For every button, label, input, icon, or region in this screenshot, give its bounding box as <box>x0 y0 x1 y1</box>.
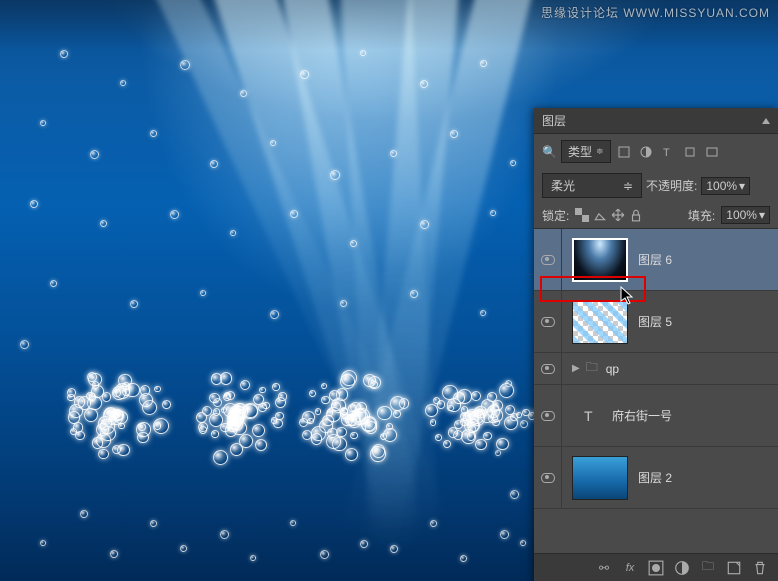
eye-icon <box>541 411 555 421</box>
layer-name: 图层 5 <box>638 313 778 330</box>
folder-icon: 🗀 <box>586 358 598 379</box>
fill-value: 100% <box>726 208 757 222</box>
layers-list: 图层 6 图层 5 ▶ 🗀 qp T 府右街一号 图层 2 <box>534 229 778 509</box>
bubble-text-art <box>70 350 550 510</box>
layer-name: 图层 2 <box>638 469 778 486</box>
eye-icon <box>541 255 555 265</box>
filter-shape-icon[interactable] <box>681 143 699 161</box>
panel-header: 图层 <box>534 108 778 134</box>
chevron-down-icon: ≑ <box>596 146 604 157</box>
layer-row[interactable]: T 府右街一号 <box>534 385 778 447</box>
layer-fx-icon[interactable]: fx <box>622 560 638 576</box>
layer-mask-icon[interactable] <box>648 560 664 576</box>
filter-type-label: 类型 <box>568 143 592 160</box>
blend-row: 柔光 ≑ 不透明度: 100% ▾ <box>534 169 778 202</box>
layer-thumbnail[interactable] <box>572 238 628 282</box>
lock-transparent-icon[interactable] <box>575 208 589 222</box>
text-layer-icon: T <box>580 407 600 425</box>
cursor-icon <box>620 286 636 306</box>
visibility-toggle[interactable] <box>534 291 562 352</box>
filter-type-select[interactable]: 类型 ≑ <box>561 140 611 163</box>
layer-name: 府右街一号 <box>612 407 778 424</box>
lock-all-icon[interactable] <box>629 208 643 222</box>
visibility-toggle[interactable] <box>534 385 562 446</box>
new-group-icon[interactable]: 🗀 <box>700 560 716 576</box>
filter-smart-icon[interactable] <box>703 143 721 161</box>
lock-label: 锁定: <box>542 207 569 224</box>
layer-row[interactable]: 图层 2 <box>534 447 778 509</box>
delete-layer-icon[interactable] <box>752 560 768 576</box>
opacity-label: 不透明度: <box>646 177 697 194</box>
filter-type-icon[interactable]: T <box>659 143 677 161</box>
new-layer-icon[interactable] <box>726 560 742 576</box>
visibility-toggle[interactable] <box>534 447 562 508</box>
search-icon: 🔍 <box>542 145 557 159</box>
panel-footer: ⚯ fx 🗀 <box>534 553 778 581</box>
expand-arrow-icon[interactable]: ▶ <box>572 363 580 374</box>
blend-mode-value: 柔光 <box>551 177 575 194</box>
chevron-down-icon: ▾ <box>739 179 745 193</box>
layer-name: 图层 6 <box>638 251 778 268</box>
filter-adjustment-icon[interactable] <box>637 143 655 161</box>
blend-mode-select[interactable]: 柔光 ≑ <box>542 173 642 198</box>
eye-icon <box>541 473 555 483</box>
lock-position-icon[interactable] <box>611 208 625 222</box>
fill-input[interactable]: 100% ▾ <box>721 206 770 224</box>
opacity-input[interactable]: 100% ▾ <box>701 177 750 195</box>
link-layers-icon[interactable]: ⚯ <box>596 560 612 576</box>
layer-thumbnail[interactable] <box>572 300 628 344</box>
watermark-text: 思缘设计论坛 WWW.MISSYUAN.COM <box>541 4 770 21</box>
layer-group-row[interactable]: ▶ 🗀 qp <box>534 353 778 385</box>
filter-row: 🔍 类型 ≑ T <box>534 134 778 169</box>
adjustment-layer-icon[interactable] <box>674 560 690 576</box>
lock-pixels-icon[interactable] <box>593 208 607 222</box>
opacity-value: 100% <box>706 179 737 193</box>
visibility-toggle[interactable] <box>534 353 562 384</box>
layers-panel: 图层 🔍 类型 ≑ T 柔光 ≑ 不透明度: 100% ▾ 锁定: <box>534 108 778 581</box>
chevron-down-icon: ≑ <box>623 179 633 193</box>
svg-text:T: T <box>584 408 593 424</box>
panel-title: 图层 <box>542 112 762 129</box>
panel-menu-icon[interactable] <box>762 118 770 124</box>
eye-icon <box>541 317 555 327</box>
visibility-toggle[interactable] <box>534 229 562 290</box>
eye-icon <box>541 364 555 374</box>
layer-row[interactable]: 图层 5 <box>534 291 778 353</box>
svg-text:T: T <box>663 147 670 159</box>
fill-label: 填充: <box>688 207 715 224</box>
chevron-down-icon: ▾ <box>759 208 765 222</box>
layer-row[interactable]: 图层 6 <box>534 229 778 291</box>
filter-pixel-icon[interactable] <box>615 143 633 161</box>
layer-thumbnail[interactable] <box>572 456 628 500</box>
lock-row: 锁定: 填充: 100% ▾ <box>534 202 778 229</box>
layer-name: qp <box>606 362 778 376</box>
